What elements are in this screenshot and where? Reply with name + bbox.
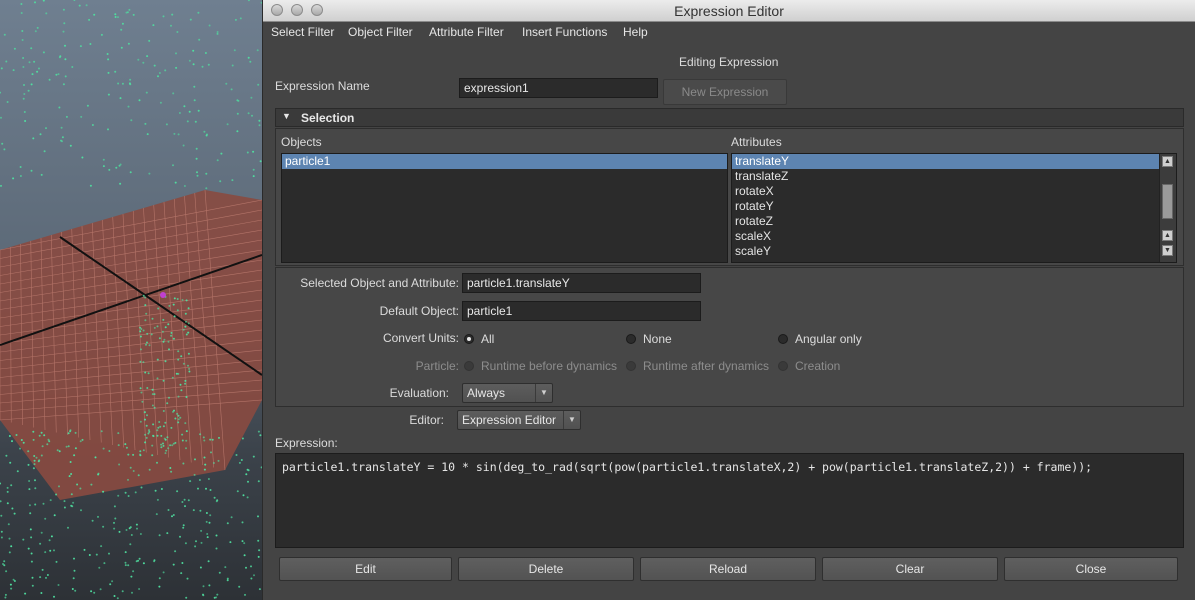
expression-settings-panel: Selected Object and Attribute: particle1… bbox=[275, 267, 1184, 407]
edit-button[interactable]: Edit bbox=[279, 557, 452, 581]
list-item-attribute[interactable]: rotateY bbox=[732, 199, 1176, 214]
title-bar[interactable]: Expression Editor bbox=[263, 0, 1195, 22]
attributes-label: Attributes bbox=[731, 135, 782, 149]
menu-help[interactable]: Help bbox=[623, 25, 648, 39]
pivot-marker bbox=[160, 292, 166, 298]
list-item-attribute[interactable]: scaleX bbox=[732, 229, 1176, 244]
window-title: Expression Editor bbox=[674, 3, 784, 19]
objects-label: Objects bbox=[281, 135, 322, 149]
list-item-attribute[interactable]: translateZ bbox=[732, 169, 1176, 184]
menu-object-filter[interactable]: Object Filter bbox=[348, 25, 413, 39]
radio-runtime-before bbox=[464, 361, 474, 371]
selection-header-label: Selection bbox=[301, 111, 355, 125]
radio-angular-only[interactable] bbox=[778, 334, 788, 344]
arrow-up-icon[interactable]: ▲ bbox=[1162, 156, 1173, 167]
menu-attribute-filter[interactable]: Attribute Filter bbox=[429, 25, 504, 39]
editor-label: Editor: bbox=[409, 413, 444, 427]
editor-value: Expression Editor bbox=[462, 413, 557, 427]
list-item-object[interactable]: particle1 bbox=[282, 154, 727, 169]
triangle-down-icon: ▼ bbox=[282, 111, 291, 121]
selection-panel: Objects Attributes particle1 translateY … bbox=[275, 128, 1184, 266]
editor-dropdown[interactable]: Expression Editor ▼ bbox=[457, 410, 581, 430]
menu-bar: Select Filter Object Filter Attribute Fi… bbox=[263, 22, 1195, 42]
expression-label: Expression: bbox=[275, 436, 338, 450]
evaluation-value: Always bbox=[467, 386, 506, 400]
close-button[interactable]: Close bbox=[1004, 557, 1178, 581]
radio-runtime-before-label: Runtime before dynamics bbox=[481, 359, 618, 373]
expression-name-field[interactable]: expression1 bbox=[459, 78, 658, 98]
chevron-down-icon: ▼ bbox=[535, 384, 552, 402]
selected-obj-attr-label: Selected Object and Attribute: bbox=[300, 276, 459, 290]
radio-runtime-after-label: Runtime after dynamics bbox=[643, 359, 770, 373]
menu-insert-functions[interactable]: Insert Functions bbox=[522, 25, 607, 39]
evaluation-label: Evaluation: bbox=[389, 386, 449, 400]
particle-label: Particle: bbox=[415, 359, 459, 373]
expression-text-area[interactable]: particle1.translateY = 10 * sin(deg_to_r… bbox=[275, 453, 1184, 548]
radio-none-label: None bbox=[643, 332, 672, 346]
attributes-scrollbar[interactable]: ▲ ▲ ▼ bbox=[1159, 154, 1176, 262]
radio-creation-label: Creation bbox=[795, 359, 841, 373]
list-item-attribute[interactable]: rotateZ bbox=[732, 214, 1176, 229]
scroll-thumb[interactable] bbox=[1162, 184, 1173, 219]
default-object-field[interactable]: particle1 bbox=[462, 301, 701, 321]
viewport-scene bbox=[0, 0, 262, 600]
radio-angular-only-label: Angular only bbox=[795, 332, 862, 346]
new-expression-button[interactable]: New Expression bbox=[663, 79, 787, 105]
objects-list[interactable]: particle1 bbox=[281, 153, 728, 263]
convert-units-label: Convert Units: bbox=[382, 331, 459, 345]
menu-select-filter[interactable]: Select Filter bbox=[271, 25, 334, 39]
delete-button[interactable]: Delete bbox=[458, 557, 634, 581]
arrow-up-icon[interactable]: ▲ bbox=[1162, 230, 1173, 241]
evaluation-dropdown[interactable]: Always ▼ bbox=[462, 383, 553, 403]
default-object-label: Default Object: bbox=[379, 304, 459, 318]
expression-name-label: Expression Name bbox=[275, 79, 370, 93]
list-item-attribute[interactable]: scaleY bbox=[732, 244, 1176, 259]
list-item-attribute[interactable]: rotateX bbox=[732, 184, 1176, 199]
selection-section-header[interactable]: ▼ Selection bbox=[275, 108, 1184, 127]
editing-expression-label: Editing Expression bbox=[679, 55, 779, 69]
list-item-attribute[interactable]: translateY bbox=[732, 154, 1176, 169]
clear-button[interactable]: Clear bbox=[822, 557, 998, 581]
radio-creation bbox=[778, 361, 788, 371]
radio-all[interactable] bbox=[464, 334, 474, 344]
reload-button[interactable]: Reload bbox=[640, 557, 816, 581]
chevron-down-icon: ▼ bbox=[563, 411, 580, 429]
selected-obj-attr-field[interactable]: particle1.translateY bbox=[462, 273, 701, 293]
radio-runtime-after bbox=[626, 361, 636, 371]
arrow-down-icon[interactable]: ▼ bbox=[1162, 245, 1173, 256]
radio-all-label: All bbox=[481, 332, 495, 346]
radio-none[interactable] bbox=[626, 334, 636, 344]
expression-editor-window: Expression Editor Select Filter Object F… bbox=[262, 0, 1195, 600]
3d-viewport[interactable] bbox=[0, 0, 262, 600]
attributes-list[interactable]: translateY translateZ rotateX rotateY ro… bbox=[731, 153, 1177, 263]
